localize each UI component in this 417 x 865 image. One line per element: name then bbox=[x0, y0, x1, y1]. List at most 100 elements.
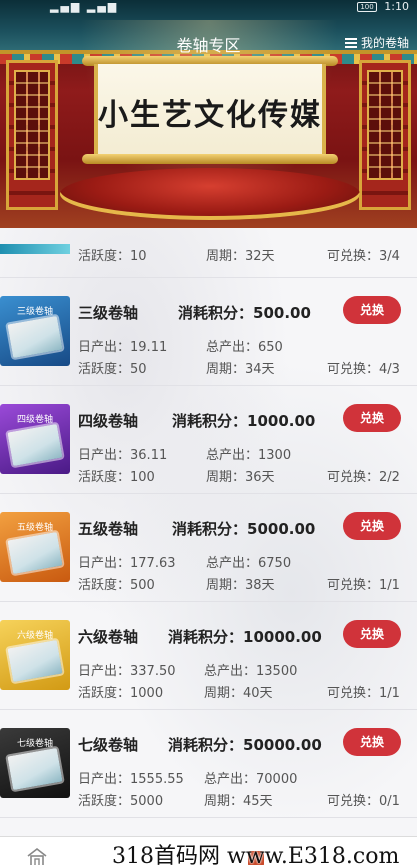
total-value: 1300 bbox=[258, 448, 292, 463]
menu-icon bbox=[344, 37, 357, 48]
daily-label: 日产出： bbox=[78, 664, 131, 679]
period-label: 周期： bbox=[206, 362, 246, 377]
period-value: 36天 bbox=[245, 470, 275, 485]
period-label: 周期： bbox=[204, 794, 244, 809]
scroll-list[interactable]: 活跃度：10 周期：32天 可兑换：3/4 三级卷轴 三级卷轴 消耗积分：500… bbox=[0, 228, 417, 836]
total-value: 6750 bbox=[258, 556, 292, 571]
period-value: 34天 bbox=[245, 362, 275, 377]
list-item: 六级卷轴 六级卷轴 消耗积分：10000.00 兑换 日产出：337.50 总产… bbox=[0, 602, 417, 710]
exchangeable-label: 可兑换： bbox=[327, 686, 380, 701]
daily-label: 日产出： bbox=[78, 772, 131, 787]
daily-label: 日产出： bbox=[78, 556, 131, 571]
banner-scroll: 小生艺文化传媒 bbox=[82, 56, 338, 164]
total-value: 70000 bbox=[256, 772, 298, 787]
scroll-thumbnail: 四级卷轴 bbox=[0, 404, 70, 474]
scroll-thumbnail: 七级卷轴 bbox=[0, 728, 70, 798]
activity-value: 1000 bbox=[130, 686, 164, 701]
scroll-picture-icon bbox=[7, 639, 63, 683]
list-item: 四级卷轴 四级卷轴 消耗积分：1000.00 兑换 日产出：36.11 总产出：… bbox=[0, 386, 417, 494]
exchange-button[interactable]: 兑换 bbox=[343, 512, 401, 540]
period-value: 32天 bbox=[245, 249, 275, 264]
activity-value: 50 bbox=[130, 362, 147, 377]
period-value: 38天 bbox=[245, 578, 275, 593]
signal-icon: ▂▄▆ ▂▄▆ bbox=[50, 0, 119, 13]
thumb-label: 七级卷轴 bbox=[16, 739, 53, 749]
scroll-picture-icon bbox=[7, 315, 63, 359]
daily-label: 日产出： bbox=[78, 448, 131, 463]
stage-platform bbox=[60, 168, 360, 220]
thumb-label: 五级卷轴 bbox=[16, 523, 53, 533]
watermark: 318首码网 www.E318.com bbox=[112, 844, 400, 865]
activity-value: 10 bbox=[130, 249, 147, 264]
header-banner: 小生艺文化传媒 ▂▄▆ ▂▄▆ 100 1:10 卷轴专区 我的卷轴 bbox=[0, 0, 417, 228]
activity-value: 5000 bbox=[130, 794, 164, 809]
status-bar: ▂▄▆ ▂▄▆ 100 1:10 bbox=[0, 0, 417, 16]
daily-value: 36.11 bbox=[130, 448, 168, 463]
thumb-label: 四级卷轴 bbox=[16, 415, 53, 425]
item-name: 四级卷轴 bbox=[78, 412, 139, 430]
period-label: 周期： bbox=[206, 470, 246, 485]
list-item: 七级卷轴 七级卷轴 消耗积分：50000.00 兑换 日产出：1555.55 总… bbox=[0, 710, 417, 818]
scroll-picture-icon bbox=[7, 747, 63, 791]
exchange-button[interactable]: 兑换 bbox=[343, 620, 401, 648]
exchangeable-value: 1/1 bbox=[379, 578, 400, 593]
daily-label: 日产出： bbox=[78, 340, 131, 355]
scroll-title: 小生艺文化传媒 bbox=[98, 98, 322, 133]
scroll-rod-bottom bbox=[82, 154, 338, 164]
daily-value: 19.11 bbox=[130, 340, 168, 355]
total-label: 总产出： bbox=[206, 448, 259, 463]
scroll-thumbnail: 六级卷轴 bbox=[0, 620, 70, 690]
exchangeable-label: 可兑换： bbox=[327, 362, 380, 377]
item-cost: 消耗积分：1000.00 bbox=[172, 412, 316, 430]
my-scroll-label: 我的卷轴 bbox=[360, 36, 409, 50]
daily-value: 1555.55 bbox=[130, 772, 184, 787]
list-item: 活跃度：10 周期：32天 可兑换：3/4 bbox=[0, 228, 417, 278]
total-label: 总产出： bbox=[204, 772, 257, 787]
scroll-picture-icon bbox=[7, 423, 63, 467]
item-cost: 消耗积分：10000.00 bbox=[168, 628, 322, 646]
right-lattice-window bbox=[367, 70, 403, 180]
scroll-thumbnail: 五级卷轴 bbox=[0, 512, 70, 582]
period-label: 周期： bbox=[204, 686, 244, 701]
activity-value: 500 bbox=[130, 578, 155, 593]
activity-label: 活跃度： bbox=[78, 362, 131, 377]
exchangeable-value: 2/2 bbox=[379, 470, 400, 485]
exchange-button[interactable]: 兑换 bbox=[343, 296, 401, 324]
left-lattice-window bbox=[14, 70, 50, 180]
daily-value: 337.50 bbox=[130, 664, 176, 679]
scroll-picture-icon bbox=[7, 531, 63, 575]
battery-icon: 100 bbox=[357, 2, 377, 12]
item-cost: 消耗积分：5000.00 bbox=[172, 520, 316, 538]
activity-label: 活跃度： bbox=[78, 686, 131, 701]
list-item: 三级卷轴 三级卷轴 消耗积分：500.00 兑换 日产出：19.11 总产出：6… bbox=[0, 278, 417, 386]
total-label: 总产出： bbox=[204, 664, 257, 679]
total-value: 13500 bbox=[256, 664, 298, 679]
scroll-thumbnail: 三级卷轴 bbox=[0, 296, 70, 366]
exchange-button[interactable]: 兑换 bbox=[343, 728, 401, 756]
exchangeable-value: 1/1 bbox=[379, 686, 400, 701]
thumb-label: 三级卷轴 bbox=[16, 307, 53, 317]
activity-label: 活跃度： bbox=[78, 578, 131, 593]
item-name: 五级卷轴 bbox=[78, 520, 139, 538]
item-name: 三级卷轴 bbox=[78, 304, 139, 322]
item-cost: 消耗积分：50000.00 bbox=[168, 736, 322, 754]
scroll-thumbnail bbox=[0, 244, 70, 254]
item-cost: 消耗积分：500.00 bbox=[178, 304, 311, 322]
exchange-button[interactable]: 兑换 bbox=[343, 404, 401, 432]
total-value: 650 bbox=[258, 340, 283, 355]
home-icon[interactable] bbox=[26, 847, 48, 865]
exchangeable-value: 3/4 bbox=[379, 249, 400, 264]
daily-value: 177.63 bbox=[130, 556, 176, 571]
total-label: 总产出： bbox=[206, 556, 259, 571]
total-label: 总产出： bbox=[206, 340, 259, 355]
period-value: 40天 bbox=[243, 686, 273, 701]
exchangeable-label: 可兑换： bbox=[327, 470, 380, 485]
exchangeable-label: 可兑换： bbox=[327, 794, 380, 809]
activity-label: 活跃度： bbox=[78, 249, 131, 264]
exchangeable-label: 可兑换： bbox=[327, 578, 380, 593]
period-value: 45天 bbox=[243, 794, 273, 809]
period-label: 周期： bbox=[206, 249, 246, 264]
item-name: 七级卷轴 bbox=[78, 736, 139, 754]
list-item: 五级卷轴 五级卷轴 消耗积分：5000.00 兑换 日产出：177.63 总产出… bbox=[0, 494, 417, 602]
my-scroll-button[interactable]: 我的卷轴 bbox=[344, 34, 409, 51]
